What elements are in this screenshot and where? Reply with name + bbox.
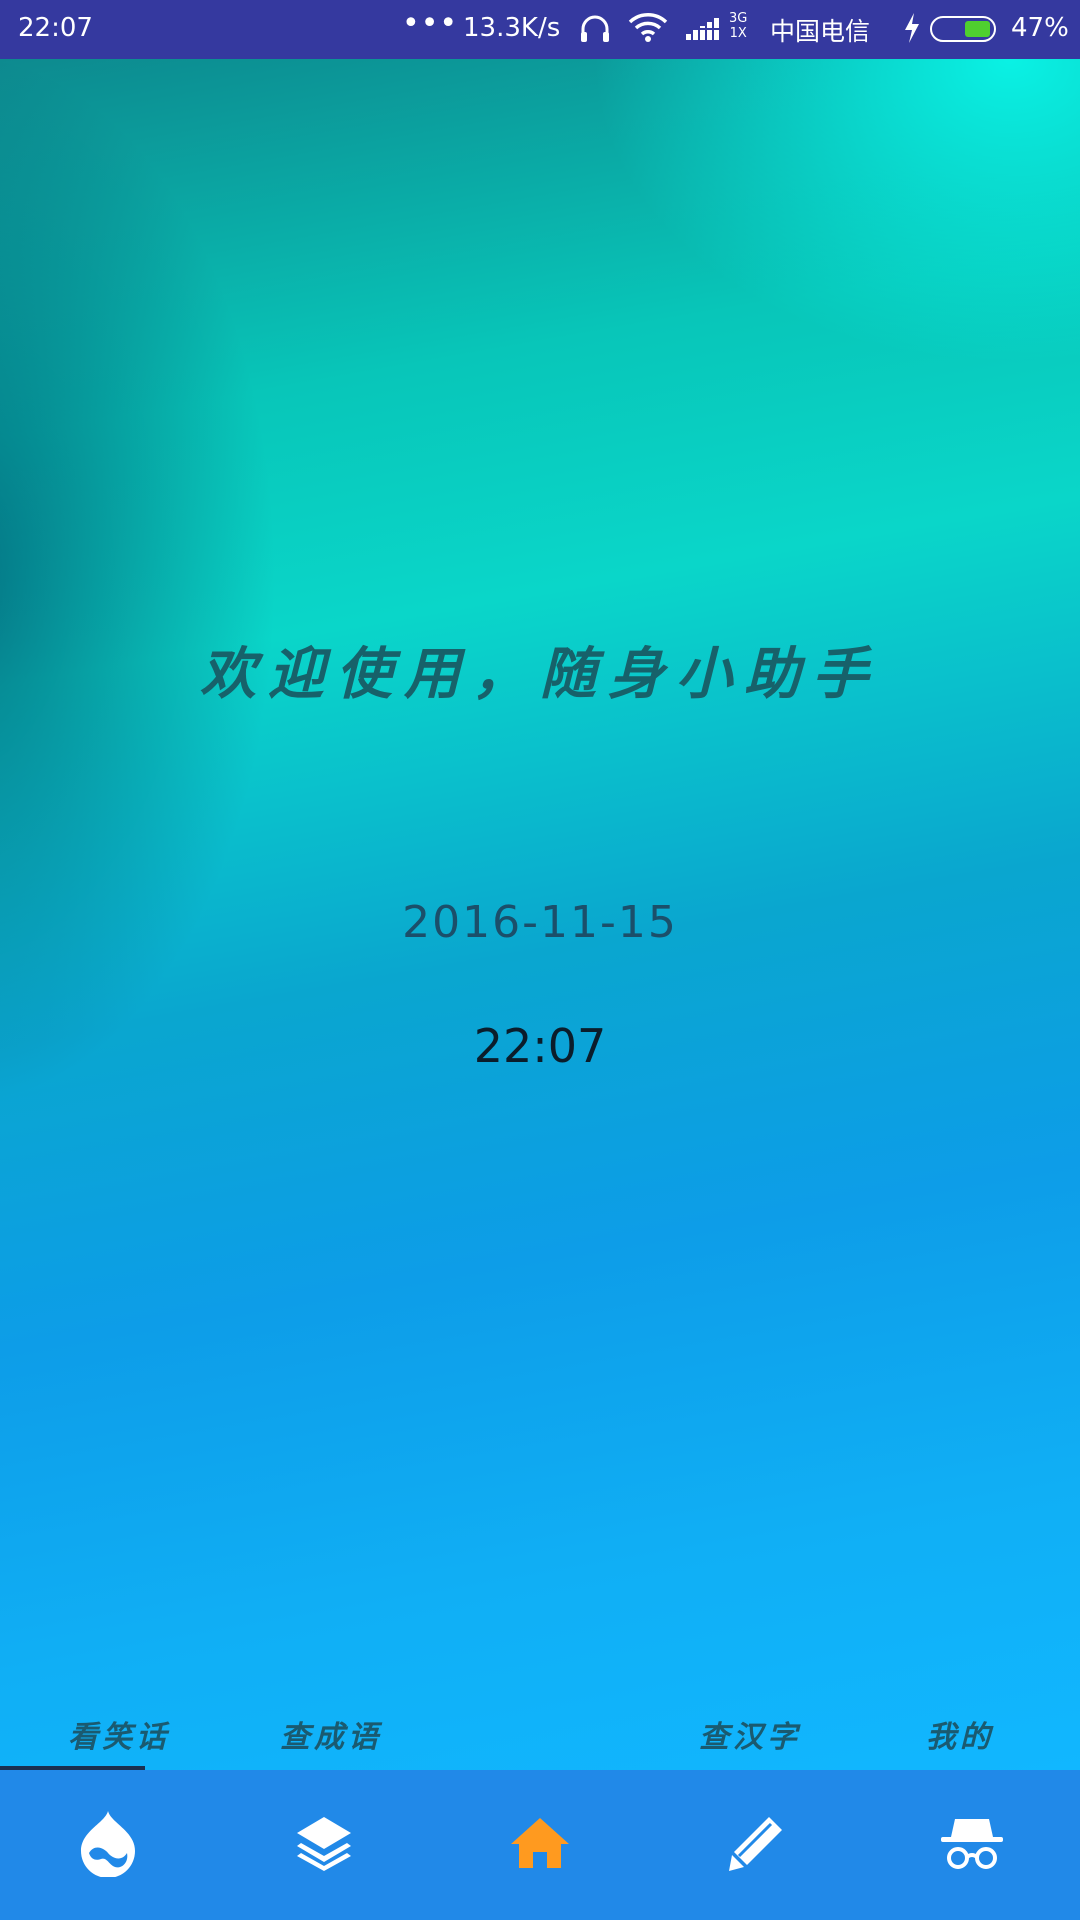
- nav-mine-button[interactable]: [864, 1770, 1080, 1920]
- bottom-nav: [0, 1770, 1080, 1920]
- charging-icon: [902, 12, 922, 51]
- battery-percent: 47%: [1011, 13, 1069, 43]
- status-time: 22:07: [18, 13, 93, 43]
- network-type-top: 3G: [729, 11, 748, 26]
- main-content: 欢迎使用，随身小助手 2016-11-15 22:07: [0, 59, 1080, 1770]
- welcome-title: 欢迎使用，随身小助手: [200, 641, 880, 707]
- tab-label-row: 看笑话 查成语 查汉字 我的: [0, 1700, 1080, 1770]
- tab-mine[interactable]: 我的: [855, 1712, 1065, 1756]
- home-icon: [509, 1816, 571, 1874]
- nav-home-button[interactable]: [432, 1770, 648, 1920]
- network-type: 3G 1X: [729, 11, 747, 41]
- nav-characters-button[interactable]: [648, 1770, 864, 1920]
- carrier-name: 中国电信: [770, 17, 871, 46]
- tab-jokes[interactable]: 看笑话: [14, 1712, 224, 1756]
- status-bar: 22:07 ••• 13.3K/s 3G 1X 中国电信 47%: [0, 0, 1080, 59]
- network-speed: 13.3K/s: [463, 13, 561, 43]
- drupal-icon: [77, 1809, 139, 1881]
- pencil-icon: [727, 1814, 785, 1876]
- incognito-icon: [939, 1815, 1005, 1875]
- tab-characters[interactable]: 查汉字: [645, 1712, 855, 1756]
- battery-level: [965, 21, 990, 37]
- nav-idioms-button[interactable]: [216, 1770, 432, 1920]
- network-type-bottom: 1X: [729, 26, 747, 41]
- signal-icon: [686, 16, 726, 49]
- battery-icon: [930, 16, 996, 42]
- headset-icon: [578, 12, 612, 53]
- layers-icon: [295, 1815, 353, 1875]
- clock-display: 22:07: [473, 1019, 607, 1073]
- tab-idioms[interactable]: 查成语: [226, 1712, 436, 1756]
- date-display: 2016-11-15: [402, 897, 678, 948]
- more-notifications-icon: •••: [402, 6, 459, 41]
- nav-jokes-button[interactable]: [0, 1770, 216, 1920]
- app-screen: 22:07 ••• 13.3K/s 3G 1X 中国电信 47% 欢迎使用，随身…: [0, 0, 1080, 1920]
- wifi-icon: [628, 12, 668, 51]
